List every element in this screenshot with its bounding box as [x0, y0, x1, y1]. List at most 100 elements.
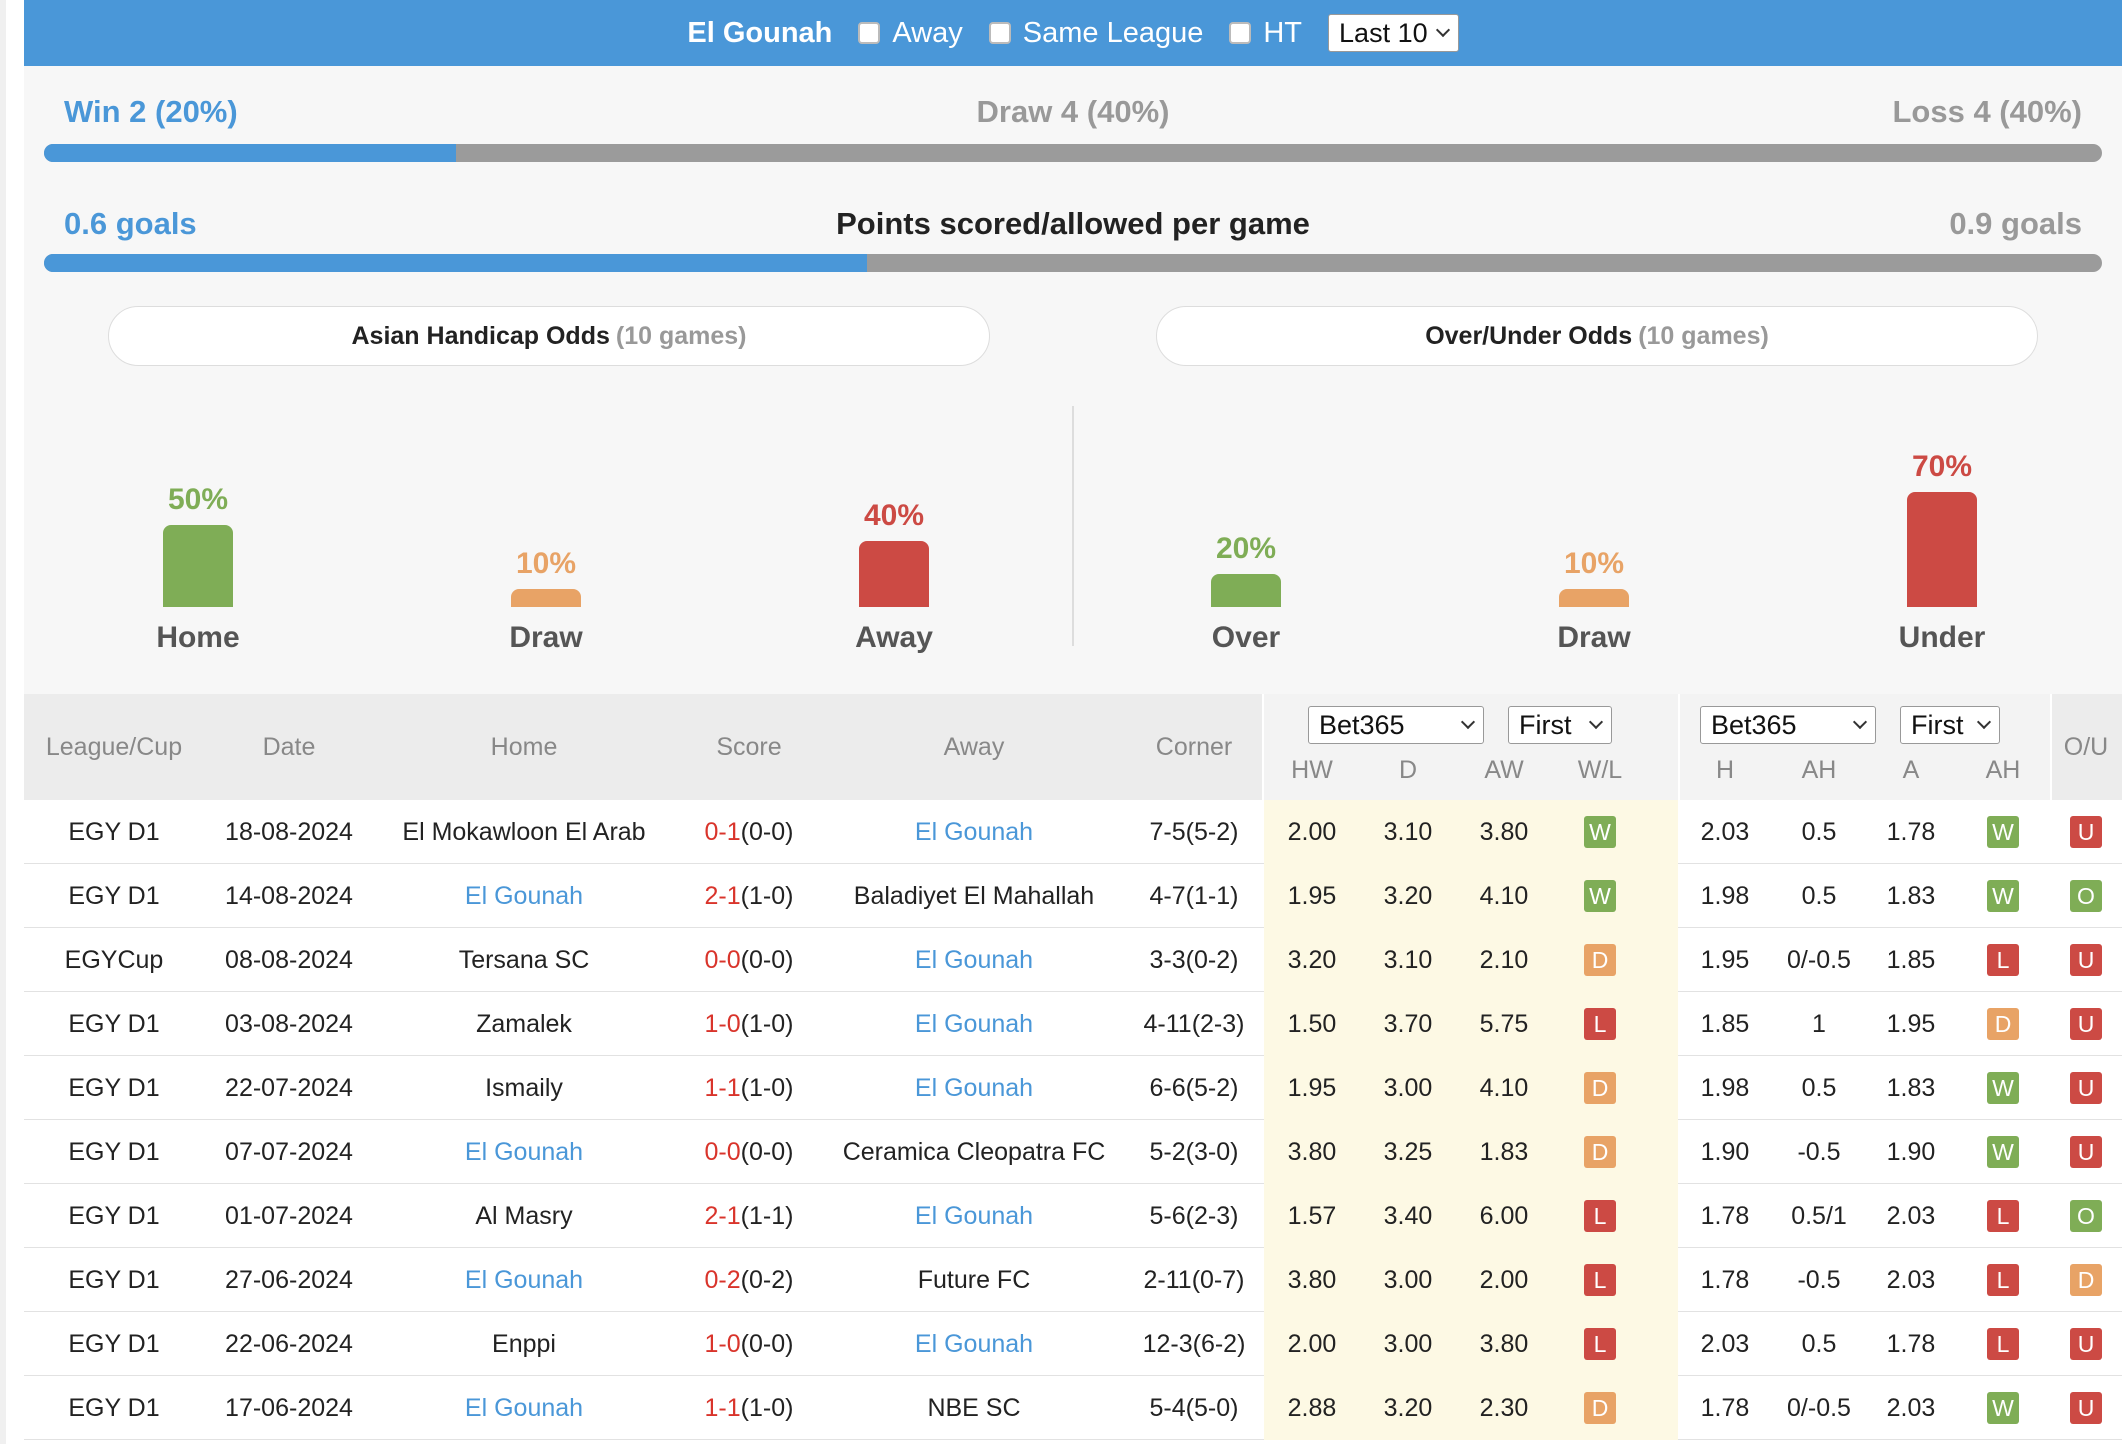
ah-result: L: [1956, 1312, 2050, 1376]
range-select[interactable]: Last 10: [1328, 14, 1459, 52]
hw-odds-cell: 2.88: [1287, 1393, 1337, 1422]
over-under-stat-under: 70% Under: [1842, 66, 2042, 666]
away-team-cell[interactable]: NBE SC: [824, 1376, 1124, 1440]
full-time-score: 0-0: [704, 1137, 741, 1166]
table-row[interactable]: EGY D1 01-07-2024 Al Masry 2-1 (1-1) El Gouna…: [24, 1184, 2122, 1248]
table-row[interactable]: EGY D1 07-07-2024 El Gounah 0-0 (0-0) Ceramic…: [24, 1120, 2122, 1184]
ah-result: L: [1956, 928, 2050, 992]
odds2-period-select[interactable]: First: [1900, 706, 2000, 744]
home-team-cell[interactable]: El Gounah: [374, 1248, 674, 1312]
ou-result-badge: O: [2070, 880, 2102, 912]
stat-percent: 10%: [515, 547, 577, 580]
col-away: Away: [943, 732, 1005, 761]
home-team-cell[interactable]: Zamalek: [374, 992, 674, 1056]
date-cell: 22-07-2024: [225, 1073, 353, 1102]
ah-result-badge: W: [1987, 1392, 2019, 1424]
hw-odds-cell: 1.95: [1287, 881, 1337, 910]
table-row[interactable]: EGY D1 18-08-2024 El Mokawloon El Arab 0-1(…: [24, 800, 2122, 864]
league-cell[interactable]: EGY D1: [24, 1376, 204, 1440]
table-row[interactable]: EGY D1 14-08-2024 El Gounah 2-1 (1-0) Baladiy…: [24, 864, 2122, 928]
odds1-bookmaker-select[interactable]: Bet365: [1308, 706, 1484, 744]
league-cell[interactable]: EGY D1: [24, 800, 204, 864]
corner-cell: 4-7(1-1): [1149, 881, 1239, 910]
goals-bar: [44, 254, 2102, 272]
checkbox-icon[interactable]: [1229, 22, 1252, 44]
stat-bar: [1559, 589, 1629, 607]
league-cell[interactable]: EGYCup: [24, 928, 204, 992]
ht-checkbox[interactable]: HT: [1229, 17, 1302, 50]
league-cell[interactable]: EGY D1: [24, 864, 204, 928]
score-cell[interactable]: 1-0 (1-0): [674, 992, 824, 1056]
home-team-cell[interactable]: Enppi: [374, 1312, 674, 1376]
date-cell: 27-06-2024: [225, 1265, 353, 1294]
score-cell[interactable]: 2-1 (1-0): [674, 864, 824, 928]
odds1-period-select[interactable]: First: [1508, 706, 1612, 744]
ou-result: U: [2050, 928, 2122, 992]
score-cell[interactable]: 1-0 (0-0): [674, 1312, 824, 1376]
league-cell[interactable]: EGY D1: [24, 1248, 204, 1312]
away-team-cell[interactable]: Future FC: [824, 1248, 1124, 1312]
away-team-cell[interactable]: Baladiyet El Mahallah: [824, 864, 1124, 928]
score-cell[interactable]: 0-0 (0-0): [674, 1120, 824, 1184]
league-cell[interactable]: EGY D1: [24, 1056, 204, 1120]
ah-line-cell: 0.5: [1801, 881, 1837, 910]
home-team-cell[interactable]: Ismaily: [374, 1056, 674, 1120]
ah-result-badge: W: [1987, 1136, 2019, 1168]
away-checkbox[interactable]: Away: [858, 17, 963, 50]
home-team-cell[interactable]: Tersana SC: [374, 928, 674, 992]
col-d: D: [1398, 756, 1418, 784]
chevron-down-icon: [1852, 714, 1868, 730]
league-cell[interactable]: EGY D1: [24, 1312, 204, 1376]
same-league-checkbox[interactable]: Same League: [988, 17, 1203, 50]
win-draw-loss-row: Win 2 (20%) Draw 4 (40%) Loss 4 (40%): [64, 94, 2082, 134]
table-row[interactable]: EGY D1 03-08-2024 Zamalek 1-0 (1-0) El Gounah…: [24, 992, 2122, 1056]
score-cell[interactable]: 1-1 (1-0): [674, 1056, 824, 1120]
score-cell[interactable]: 0-0 (0-0): [674, 928, 824, 992]
aw-odds-cell: 2.10: [1479, 945, 1529, 974]
home-team-cell[interactable]: Al Masry: [374, 1184, 674, 1248]
table-row[interactable]: EGYCup 08-08-2024 Tersana SC 0-0 (0-0) El Gou…: [24, 928, 2122, 992]
col-home: Home: [490, 732, 558, 761]
score-cell[interactable]: 0-2 (0-2): [674, 1248, 824, 1312]
away-team-cell[interactable]: El Gounah: [824, 1312, 1124, 1376]
away-team-cell[interactable]: El Gounah: [824, 992, 1124, 1056]
odds2-bookmaker-select[interactable]: Bet365: [1700, 706, 1876, 744]
score-cell[interactable]: 0-1 (0-0): [674, 800, 824, 864]
away-team-cell[interactable]: El Gounah: [824, 1056, 1124, 1120]
league-cell[interactable]: EGY D1: [24, 1184, 204, 1248]
score-cell[interactable]: 1-1 (1-0): [674, 1376, 824, 1440]
a-odds-cell: 1.95: [1886, 1009, 1936, 1038]
away-team-cell[interactable]: Ceramica Cleopatra FC: [824, 1120, 1124, 1184]
wl-result-badge: L: [1584, 1328, 1616, 1360]
checkbox-icon[interactable]: [858, 22, 881, 44]
table-row[interactable]: EGY D1 27-06-2024 El Gounah 0-2 (0-2) Future …: [24, 1248, 2122, 1312]
home-team-cell[interactable]: El Gounah: [374, 864, 674, 928]
stat-bar: [511, 589, 581, 607]
home-team-cell[interactable]: El Gounah: [374, 1376, 674, 1440]
asian-handicap-stat-draw: 10% Draw: [446, 66, 646, 666]
stat-label: Under: [1898, 621, 1986, 654]
score-cell[interactable]: 2-1 (1-1): [674, 1184, 824, 1248]
home-team-cell[interactable]: El Gounah: [374, 1120, 674, 1184]
table-row[interactable]: EGY D1 17-06-2024 El Gounah 1-1 (1-0) NBE SC 5…: [24, 1376, 2122, 1440]
checkbox-icon[interactable]: [988, 22, 1011, 44]
draw-odds-cell: 3.25: [1383, 1137, 1433, 1166]
away-team-cell[interactable]: El Gounah: [824, 1184, 1124, 1248]
table-row[interactable]: EGY D1 22-07-2024 Ismaily 1-1 (1-0) El Gounah…: [24, 1056, 2122, 1120]
wl-result: D: [1552, 928, 1648, 992]
wl-result: L: [1552, 1248, 1648, 1312]
stat-percent: 70%: [1911, 449, 1973, 483]
home-team-cell[interactable]: El Mokawloon El Arab: [374, 800, 674, 864]
h-odds-cell: 1.95: [1700, 945, 1750, 974]
league-cell[interactable]: EGY D1: [24, 1120, 204, 1184]
table-row[interactable]: EGY D1 22-06-2024 Enppi 1-0 (0-0) El Gounah 12…: [24, 1312, 2122, 1376]
away-team-cell[interactable]: El Gounah: [824, 928, 1124, 992]
wl-result: D: [1552, 1376, 1648, 1440]
h-odds-cell: 1.85: [1700, 1009, 1750, 1038]
ah-result-badge: D: [1987, 1008, 2019, 1040]
ou-result-badge: U: [2070, 1136, 2102, 1168]
draw-odds-cell: 3.70: [1383, 1009, 1433, 1038]
league-cell[interactable]: EGY D1: [24, 992, 204, 1056]
a-odds-cell: 2.03: [1886, 1201, 1936, 1230]
away-team-cell[interactable]: El Gounah: [824, 800, 1124, 864]
